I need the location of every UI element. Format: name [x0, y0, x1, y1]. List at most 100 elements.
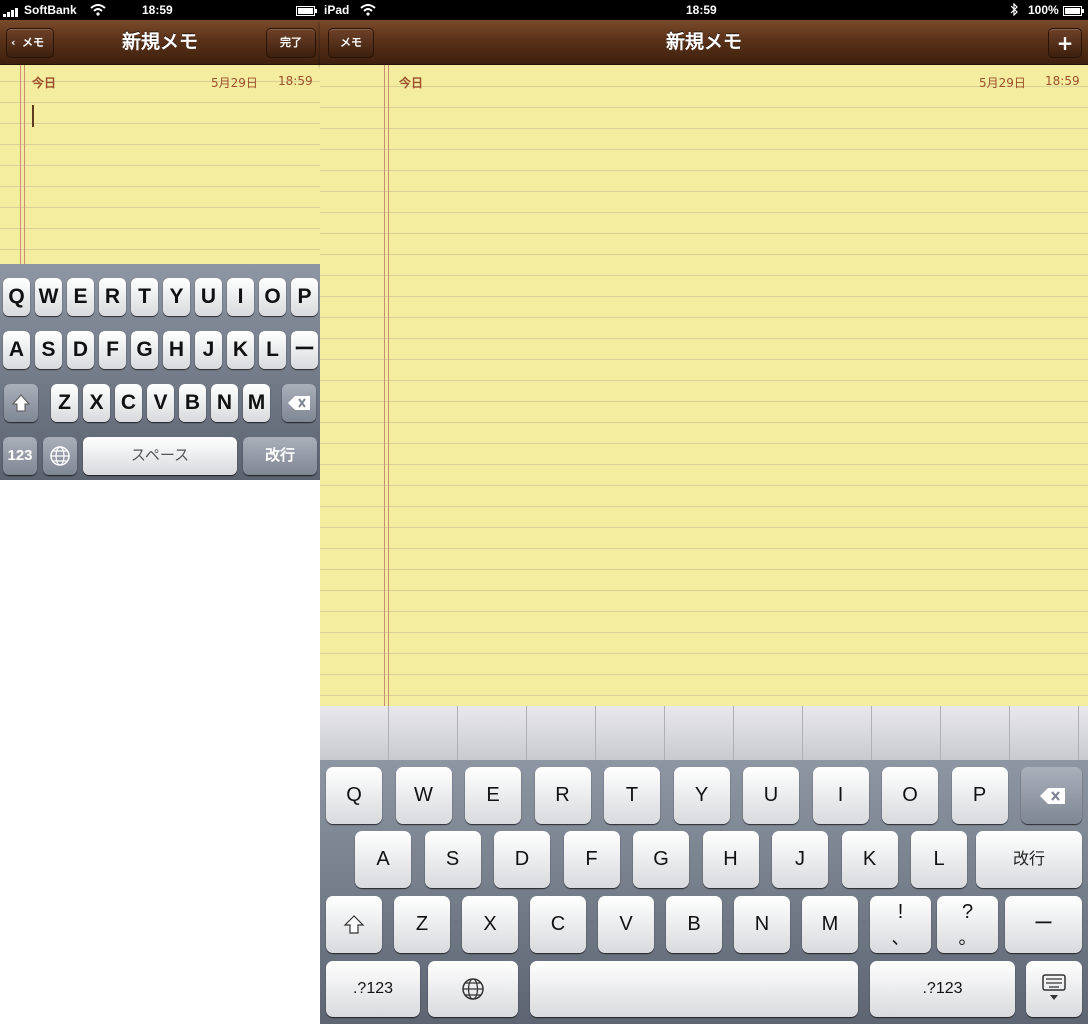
ipad-key-x[interactable]: X — [462, 896, 518, 953]
return-key[interactable]: 改行 — [976, 831, 1082, 888]
ipad-status-bar: iPad 18:59 100% — [320, 0, 1088, 20]
margin-line — [384, 65, 389, 706]
page-title: 新規メモ — [665, 31, 742, 53]
ipad-key-b[interactable]: B — [666, 896, 722, 953]
backspace-key[interactable] — [282, 384, 316, 422]
ipad-key-j[interactable]: J — [772, 831, 828, 888]
ipad-key-w[interactable]: W — [395, 767, 452, 824]
iphone-key-v[interactable]: V — [147, 384, 174, 422]
ipad-key-y[interactable]: Y — [673, 767, 730, 824]
globe-icon — [50, 446, 70, 466]
iphone-key-x[interactable]: X — [83, 384, 110, 422]
iphone-key-o[interactable]: O — [259, 278, 286, 316]
ipad-key-n[interactable]: N — [734, 896, 790, 953]
iphone-key-m[interactable]: M — [243, 384, 270, 422]
ipad-key-u[interactable]: U — [743, 767, 799, 824]
candidate-slot[interactable] — [458, 706, 527, 760]
candidate-slot[interactable] — [320, 706, 389, 760]
candidate-slot[interactable] — [665, 706, 734, 760]
iphone-key-d[interactable]: D — [67, 331, 94, 369]
ipad-key-c[interactable]: C — [530, 896, 586, 953]
ipad-key-f[interactable]: F — [563, 831, 620, 888]
ipad-key-s[interactable]: S — [424, 831, 481, 888]
globe-key[interactable] — [43, 437, 77, 475]
candidate-slot[interactable] — [527, 706, 596, 760]
iphone-key-e[interactable]: E — [67, 278, 94, 316]
ipad-key-k[interactable]: K — [841, 831, 898, 888]
candidate-slot[interactable] — [596, 706, 665, 760]
return-key[interactable]: 改行 — [243, 437, 317, 475]
ipad-key-t[interactable]: T — [604, 767, 660, 824]
iphone-key-f[interactable]: F — [99, 331, 126, 369]
note-paper[interactable]: 今日 5月29日 18:59 — [320, 65, 1088, 706]
iphone-nav-bar: ‹ メモ 新規メモ 完了 — [0, 20, 320, 65]
shift-key[interactable] — [4, 384, 38, 422]
ipad-key-l[interactable]: L — [911, 831, 967, 888]
ipad-key-v[interactable]: V — [598, 896, 654, 953]
ipad-key-i[interactable]: I — [812, 767, 869, 824]
iphone-key-y[interactable]: Y — [163, 278, 190, 316]
long-dash-key[interactable]: ー — [1005, 896, 1082, 953]
iphone-key-q[interactable]: Q — [3, 278, 30, 316]
back-button[interactable]: ‹ メモ — [6, 28, 54, 58]
ipad-key-q[interactable]: Q — [326, 767, 382, 824]
ipad-key-g[interactable]: G — [633, 831, 689, 888]
iphone-key-p[interactable]: P — [291, 278, 318, 316]
iphone-key-l[interactable]: L — [259, 331, 286, 369]
iphone-key-z[interactable]: Z — [51, 384, 78, 422]
ipad-screen: iPad 18:59 100% メモ 新規メモ + 今日 5月29日 18:59 — [320, 0, 1088, 1024]
space-key[interactable]: スペース — [83, 437, 237, 475]
hide-keyboard-icon — [1042, 974, 1066, 1000]
ipad-key-p[interactable]: P — [951, 767, 1008, 824]
backspace-key[interactable] — [1021, 767, 1082, 824]
iphone-key-s[interactable]: S — [35, 331, 62, 369]
numbers-key-left[interactable]: .?123 — [326, 961, 420, 1017]
iphone-key-n[interactable]: N — [211, 384, 238, 422]
iphone-key-i[interactable]: I — [227, 278, 254, 316]
note-paper[interactable]: 今日 5月29日 18:59 — [0, 65, 320, 264]
iphone-key-c[interactable]: C — [115, 384, 142, 422]
space-key[interactable] — [530, 961, 858, 1017]
iphone-key-long-dash[interactable]: ー — [291, 331, 318, 369]
iphone-key-w[interactable]: W — [35, 278, 62, 316]
iphone-key-t[interactable]: T — [131, 278, 158, 316]
exclamation-key-top: ! — [897, 901, 904, 923]
wifi-icon — [90, 4, 106, 19]
add-note-button[interactable]: + — [1048, 28, 1082, 58]
iphone-key-u[interactable]: U — [195, 278, 222, 316]
iphone-key-r[interactable]: R — [99, 278, 126, 316]
candidate-slot[interactable] — [872, 706, 941, 760]
ipad-key-d[interactable]: D — [494, 831, 550, 888]
numbers-key[interactable]: 123 — [3, 437, 37, 475]
iphone-key-h[interactable]: H — [163, 331, 190, 369]
done-button[interactable]: 完了 — [266, 28, 316, 58]
exclamation-key[interactable]: ! 、 — [870, 896, 931, 953]
iphone-key-k[interactable]: K — [227, 331, 254, 369]
exclamation-key-bottom: 、 — [891, 928, 910, 948]
shift-key[interactable] — [326, 896, 382, 953]
iphone-key-a[interactable]: A — [3, 331, 30, 369]
ipad-key-a[interactable]: A — [355, 831, 411, 888]
iphone-key-g[interactable]: G — [131, 331, 158, 369]
ipad-key-o[interactable]: O — [882, 767, 938, 824]
ipad-key-h[interactable]: H — [702, 831, 759, 888]
globe-key[interactable] — [428, 961, 518, 1017]
margin-line — [20, 65, 25, 264]
ipad-key-r[interactable]: R — [534, 767, 591, 824]
iphone-key-b[interactable]: B — [179, 384, 206, 422]
ipad-key-z[interactable]: Z — [394, 896, 450, 953]
battery-percent: 100% — [1028, 3, 1059, 17]
iphone-key-j[interactable]: J — [195, 331, 222, 369]
candidate-slot[interactable] — [803, 706, 872, 760]
ipad-key-e[interactable]: E — [465, 767, 521, 824]
numbers-key-right[interactable]: .?123 — [870, 961, 1015, 1017]
candidate-slot[interactable] — [389, 706, 458, 760]
question-key[interactable]: ? 。 — [937, 896, 998, 953]
memo-list-button[interactable]: メモ — [328, 28, 374, 58]
candidate-slot[interactable] — [941, 706, 1010, 760]
candidate-slot[interactable] — [734, 706, 803, 760]
candidate-slot[interactable] — [1010, 706, 1079, 760]
ipad-key-m[interactable]: M — [802, 896, 858, 953]
hide-keyboard-key[interactable] — [1026, 961, 1082, 1017]
page-title: 新規メモ — [121, 31, 198, 53]
